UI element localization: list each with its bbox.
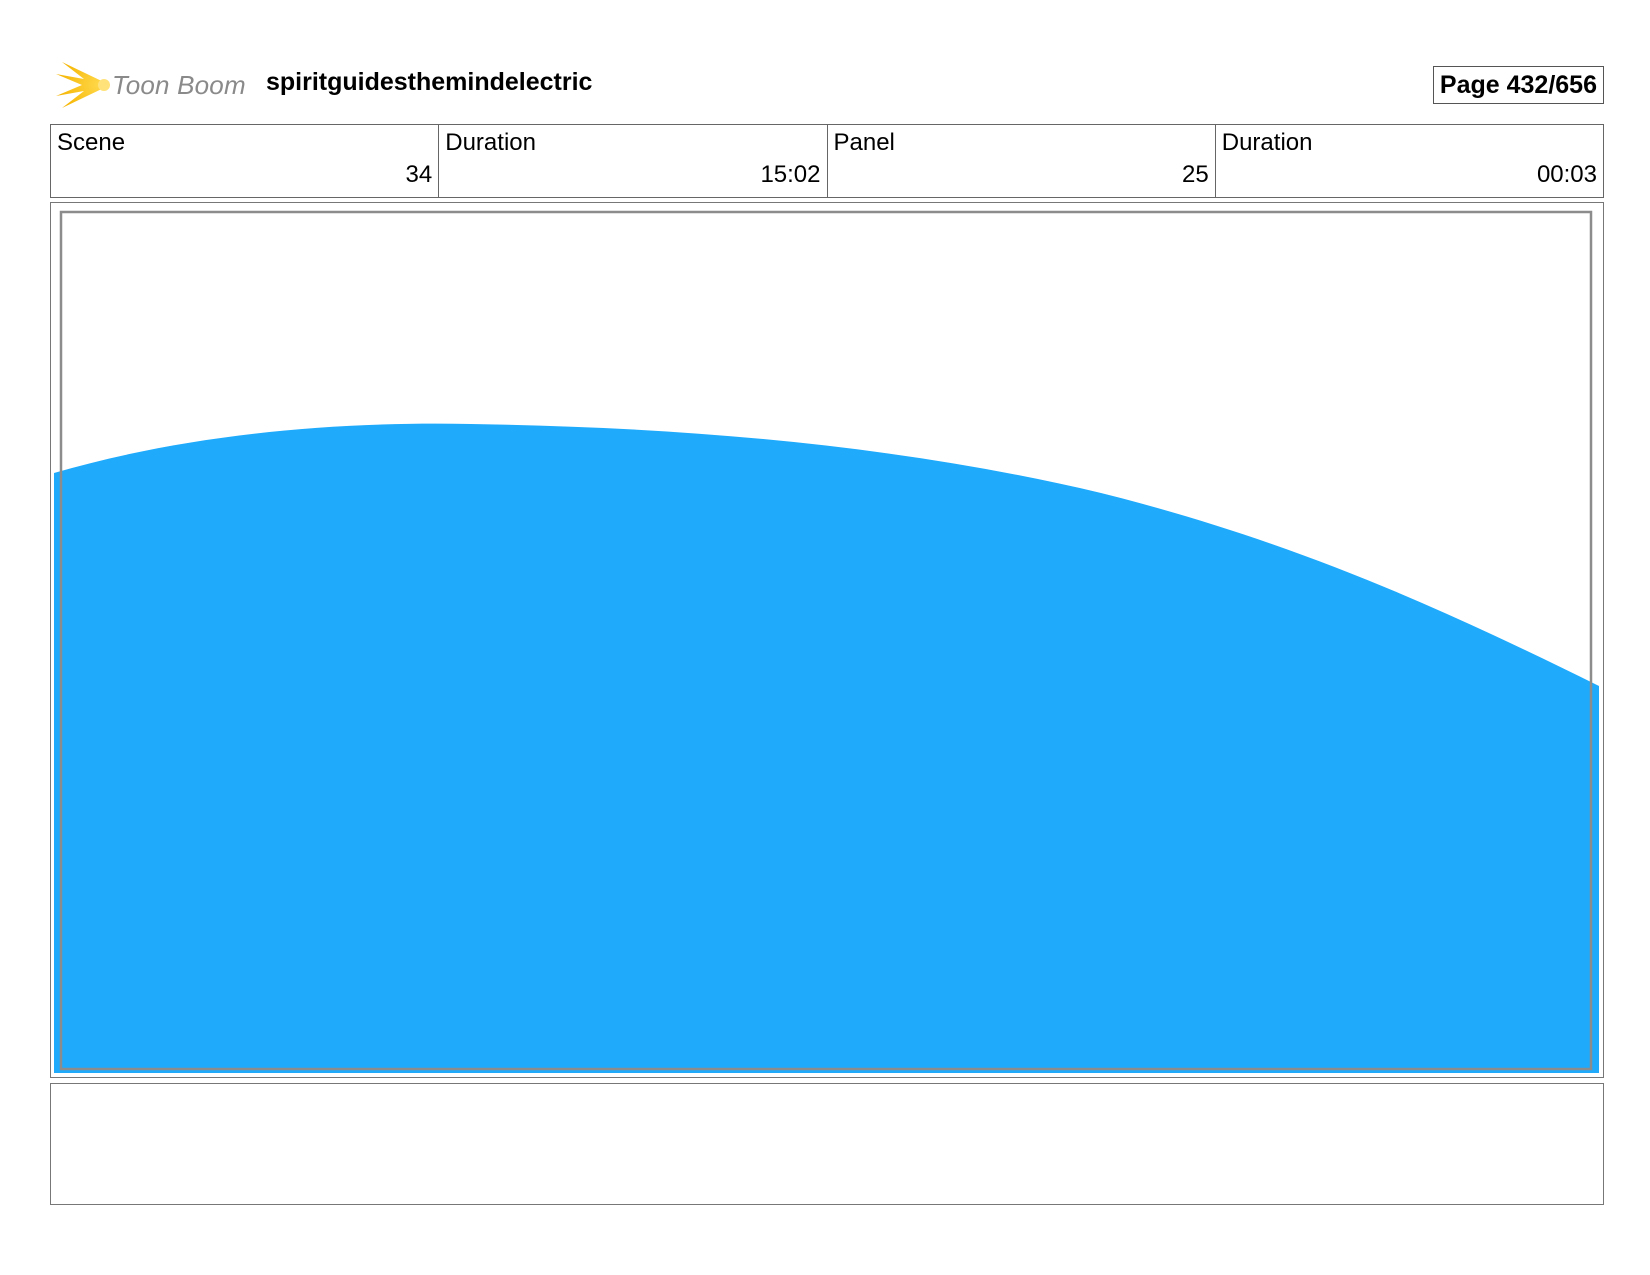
- scene-duration-label: Duration: [445, 129, 536, 156]
- scene-cell: Scene 34: [51, 125, 440, 197]
- panel-label: Panel: [833, 129, 895, 156]
- panel-cell: Panel 25: [828, 125, 1216, 197]
- brand-text: Toon Boom: [112, 70, 246, 100]
- scene-label: Scene: [57, 129, 126, 156]
- panel-value: 25: [1182, 161, 1209, 188]
- scene-value: 34: [405, 161, 433, 188]
- panel-duration-label: Duration: [1221, 129, 1313, 156]
- panel-drawing: [54, 210, 1599, 1073]
- toon-boom-logo: Toon Boom: [54, 58, 246, 110]
- panel-notes-box: [50, 1083, 1604, 1205]
- starburst-icon: [56, 62, 110, 108]
- panel-duration-value: 00:03: [1536, 161, 1597, 188]
- page-number: Page 432/656: [1432, 66, 1604, 104]
- blue-wave-shape: [54, 423, 1599, 1073]
- page-header: Toon Boom spiritguidesthemindelectric Pa…: [50, 56, 1604, 114]
- scene-info-table: Scene 34 Duration 15:02 Panel 25 Duratio…: [50, 124, 1604, 198]
- panel-duration-cell: Duration 00:03: [1216, 125, 1603, 197]
- project-title: spiritguidesthemindelectric: [266, 68, 593, 96]
- scene-duration-cell: Duration 15:02: [439, 125, 828, 197]
- scene-duration-value: 15:02: [760, 161, 821, 188]
- storyboard-panel: [50, 202, 1604, 1078]
